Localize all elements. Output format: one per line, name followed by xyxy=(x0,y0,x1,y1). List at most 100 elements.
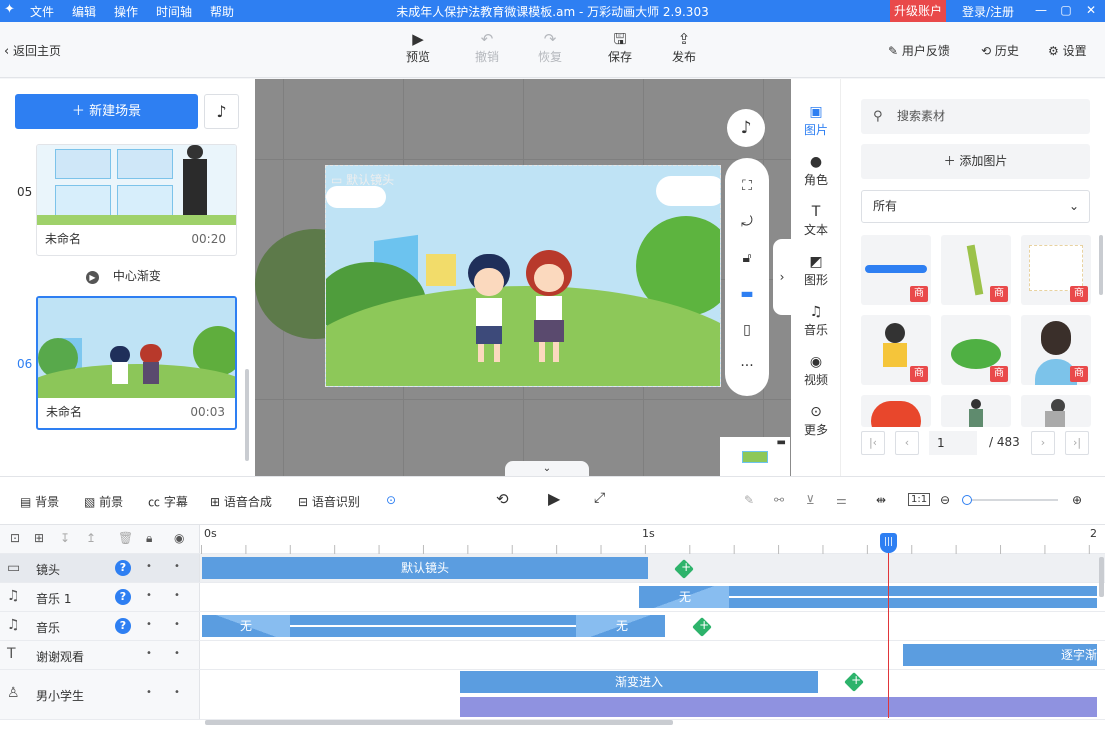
lock-dot[interactable]: • xyxy=(146,648,152,659)
actual-size-icon[interactable]: 1:1 xyxy=(908,493,931,506)
visibility-dot[interactable]: • xyxy=(174,687,180,698)
tab-more[interactable]: ⊙ 更多 xyxy=(791,403,841,438)
fullscreen-icon[interactable]: ⤢ xyxy=(594,490,605,506)
menu-timeline[interactable]: 时间轴 xyxy=(156,3,192,20)
background-button[interactable]: ▤ 背景 xyxy=(20,493,59,510)
fit-screen-icon[interactable]: ⛶ xyxy=(725,178,769,194)
timeline-horizontal-scrollbar[interactable] xyxy=(205,720,673,725)
scene-card[interactable]: 未命名 00:20 xyxy=(36,144,237,256)
playhead-handle[interactable]: ||| xyxy=(880,533,897,553)
help-icon[interactable]: ? xyxy=(115,618,131,634)
collapse-canvas-icon[interactable]: ⌄ xyxy=(505,461,589,476)
visibility-dot[interactable]: • xyxy=(174,561,180,572)
save-button[interactable]: 🖫 保存 xyxy=(598,30,642,65)
redo-button[interactable]: ↷ 恢复 xyxy=(528,30,572,65)
camera-clip[interactable]: 默认镜头 xyxy=(202,557,648,579)
publish-button[interactable]: ⇪ 发布 xyxy=(662,30,706,65)
track-camera[interactable]: ▭ 镜头 ? • • 默认镜头 xyxy=(0,554,1105,583)
time-ruler[interactable]: 0s 1s 2 xyxy=(201,525,1105,554)
scene-scrollbar[interactable] xyxy=(245,369,249,461)
add-picture-button[interactable]: ＋ 添加图片 xyxy=(861,144,1090,179)
transition-item[interactable]: ▶ 中心渐变 xyxy=(86,267,161,284)
lock-dot[interactable]: • xyxy=(146,619,152,630)
delete-icon[interactable]: 🗑︎ xyxy=(118,531,133,545)
split-icon[interactable]: ⚯ xyxy=(774,493,784,507)
visibility-dot[interactable]: • xyxy=(174,619,180,630)
tab-video[interactable]: ◉ 视频 xyxy=(791,353,841,388)
camera-frame[interactable] xyxy=(325,165,721,387)
rotate-icon[interactable]: ⤾ xyxy=(725,214,769,230)
replay-icon[interactable]: ⟲ xyxy=(496,490,509,508)
add-folder-icon[interactable]: ⊞ xyxy=(34,531,44,545)
unlock-icon[interactable]: 🔓︎ xyxy=(725,250,769,266)
asset-thumbnail[interactable]: 商 xyxy=(861,315,931,385)
zoom-in-icon[interactable]: ⊕ xyxy=(1072,493,1082,507)
settings-button[interactable]: ⚙ 设置 xyxy=(1048,42,1087,59)
asset-search-input[interactable]: ⚲ 搜索素材 xyxy=(861,99,1090,134)
next-page-icon[interactable]: › xyxy=(1031,431,1055,455)
last-page-icon[interactable]: ›| xyxy=(1065,431,1089,455)
menu-operate[interactable]: 操作 xyxy=(114,3,138,20)
asset-scrollbar[interactable] xyxy=(1099,235,1103,295)
track-music[interactable]: ♫ 音乐 ? • • 无 无 xyxy=(0,612,1105,641)
edit-icon[interactable]: ✎ xyxy=(744,493,754,507)
eye-icon[interactable]: ◉ xyxy=(174,531,184,545)
tab-music[interactable]: ♫ 音乐 xyxy=(791,303,841,338)
zoom-slider[interactable] xyxy=(962,495,1058,505)
expand-right-icon[interactable]: › xyxy=(773,239,791,315)
page-input[interactable]: 1 xyxy=(929,431,977,455)
undo-button[interactable]: ↶ 撤销 xyxy=(465,30,509,65)
lock-dot[interactable]: • xyxy=(146,561,152,572)
asset-thumbnail[interactable]: 商 xyxy=(1021,235,1091,305)
minimize-minimap-icon[interactable]: ▬ xyxy=(777,437,786,448)
visibility-dot[interactable]: • xyxy=(174,648,180,659)
history-button[interactable]: ⟲ 历史 xyxy=(981,42,1019,59)
tab-shapes[interactable]: ◩ 图形 xyxy=(791,253,841,288)
track-boy-student[interactable]: ♙ 男小学生 • • 渐变进入 xyxy=(0,670,1105,720)
maximize-icon[interactable]: ▢ xyxy=(1058,2,1074,18)
zoom-slider-handle[interactable] xyxy=(962,495,972,505)
add-keyframe-icon[interactable] xyxy=(844,672,864,692)
mobile-view-icon[interactable]: ▯ xyxy=(725,322,769,338)
asset-thumbnail[interactable] xyxy=(861,395,931,427)
tts-button[interactable]: ⊞ 语音合成 xyxy=(210,493,272,510)
desktop-view-icon[interactable]: ▬ xyxy=(725,286,769,302)
menu-help[interactable]: 帮助 xyxy=(210,3,234,20)
foreground-button[interactable]: ▧ 前景 xyxy=(84,493,123,510)
track-thanks-text[interactable]: T 谢谢观看 • • 逐字渐 xyxy=(0,641,1105,670)
first-page-icon[interactable]: |‹ xyxy=(861,431,885,455)
move-down-icon[interactable]: ↧ xyxy=(60,531,70,545)
timeline-play-icon[interactable]: ▶ xyxy=(548,489,560,508)
lock-icon[interactable]: 🔒︎ xyxy=(146,531,152,546)
new-scene-button[interactable]: ＋ 新建场景 xyxy=(15,94,198,129)
help-icon[interactable]: ? xyxy=(115,589,131,605)
playhead[interactable] xyxy=(888,535,889,718)
asset-thumbnail[interactable] xyxy=(941,395,1011,427)
help-icon[interactable]: ? xyxy=(115,560,131,576)
filter-icon[interactable]: ⊻ xyxy=(806,493,815,507)
upgrade-account-button[interactable]: 升级账户 xyxy=(890,0,946,22)
subtitle-button[interactable]: ㏄ 字幕 xyxy=(148,493,188,510)
asset-thumbnail[interactable]: 商 xyxy=(941,315,1011,385)
minimize-icon[interactable]: — xyxy=(1033,2,1049,18)
music-clip[interactable]: 无 无 xyxy=(202,615,665,637)
close-icon[interactable]: ✕ xyxy=(1083,2,1099,18)
asset-filter-select[interactable]: 所有 ⌄ xyxy=(861,190,1090,223)
music-1-clip[interactable]: 无 xyxy=(639,586,1097,608)
feedback-button[interactable]: ✎ 用户反馈 xyxy=(888,42,950,59)
back-home-button[interactable]: ‹ 返回主页 xyxy=(4,42,61,59)
preview-button[interactable]: ▶ 预览 xyxy=(396,30,440,65)
tab-characters[interactable]: ● 角色 xyxy=(791,153,841,188)
object-duration-bar[interactable] xyxy=(460,697,1097,717)
more-icon[interactable]: ··· xyxy=(725,358,769,374)
add-keyframe-icon[interactable] xyxy=(674,559,694,579)
prev-page-icon[interactable]: ‹ xyxy=(895,431,919,455)
asr-button[interactable]: ⊟ 语音识别 xyxy=(298,493,360,510)
enter-animation-clip[interactable]: 渐变进入 xyxy=(460,671,818,693)
asset-thumbnail[interactable] xyxy=(1021,395,1091,427)
more-options-icon[interactable]: ⊙ xyxy=(386,493,396,507)
text-clip[interactable]: 逐字渐 xyxy=(903,644,1097,666)
asset-thumbnail[interactable]: 商 xyxy=(1021,315,1091,385)
add-keyframe-icon[interactable] xyxy=(692,617,712,637)
lock-dot[interactable]: • xyxy=(146,687,152,698)
